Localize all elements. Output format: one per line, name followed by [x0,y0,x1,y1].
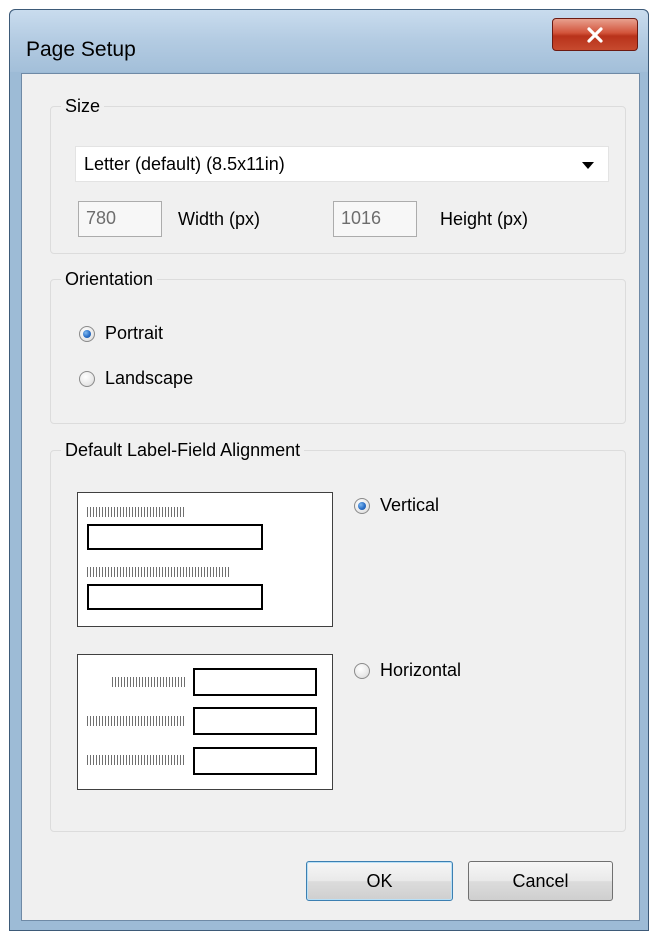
orientation-legend: Orientation [65,269,154,289]
vertical-radio[interactable]: Vertical [354,495,554,519]
label-placeholder [87,567,230,577]
title-bar[interactable]: Page Setup [10,10,648,72]
close-icon [587,26,603,43]
field-placeholder [87,524,263,550]
horizontal-label: Horizontal [380,660,462,680]
paper-size-value: Letter (default) (8.5x11in) [84,154,285,174]
vertical-label: Vertical [380,495,440,515]
alignment-legend: Default Label-Field Alignment [65,440,301,460]
landscape-radio[interactable]: Landscape [79,368,259,392]
portrait-label: Portrait [105,323,164,343]
height-field[interactable]: 1016 [333,201,417,237]
portrait-radio-indicator [79,326,95,342]
paper-size-select[interactable]: Letter (default) (8.5x11in) [75,146,609,182]
label-placeholder [112,677,186,687]
landscape-radio-indicator [79,371,95,387]
size-legend: Size [65,96,101,116]
label-placeholder [87,716,186,726]
height-label: Height (px) [440,209,529,229]
width-label: Width (px) [178,209,261,229]
horizontal-radio-indicator [354,663,370,679]
horizontal-radio[interactable]: Horizontal [354,660,554,684]
label-placeholder [87,507,185,517]
portrait-radio[interactable]: Portrait [79,323,259,347]
window-title: Page Setup [26,38,136,61]
field-placeholder [193,707,317,735]
vertical-alignment-preview[interactable] [77,492,333,627]
dialog-client-area: Size Letter (default) (8.5x11in) 780 Wid… [21,73,640,921]
field-placeholder [193,668,317,696]
label-placeholder [87,755,186,765]
landscape-label: Landscape [105,368,194,388]
chevron-down-icon [582,162,594,169]
page-setup-dialog: Page Setup Size Letter (default) (8.5x11… [9,9,649,931]
ok-button[interactable]: OK [306,861,453,901]
close-button[interactable] [552,18,638,51]
vertical-radio-indicator [354,498,370,514]
field-placeholder [87,584,263,610]
horizontal-alignment-preview[interactable] [77,654,333,790]
field-placeholder [193,747,317,775]
cancel-button[interactable]: Cancel [468,861,613,901]
width-field[interactable]: 780 [78,201,162,237]
